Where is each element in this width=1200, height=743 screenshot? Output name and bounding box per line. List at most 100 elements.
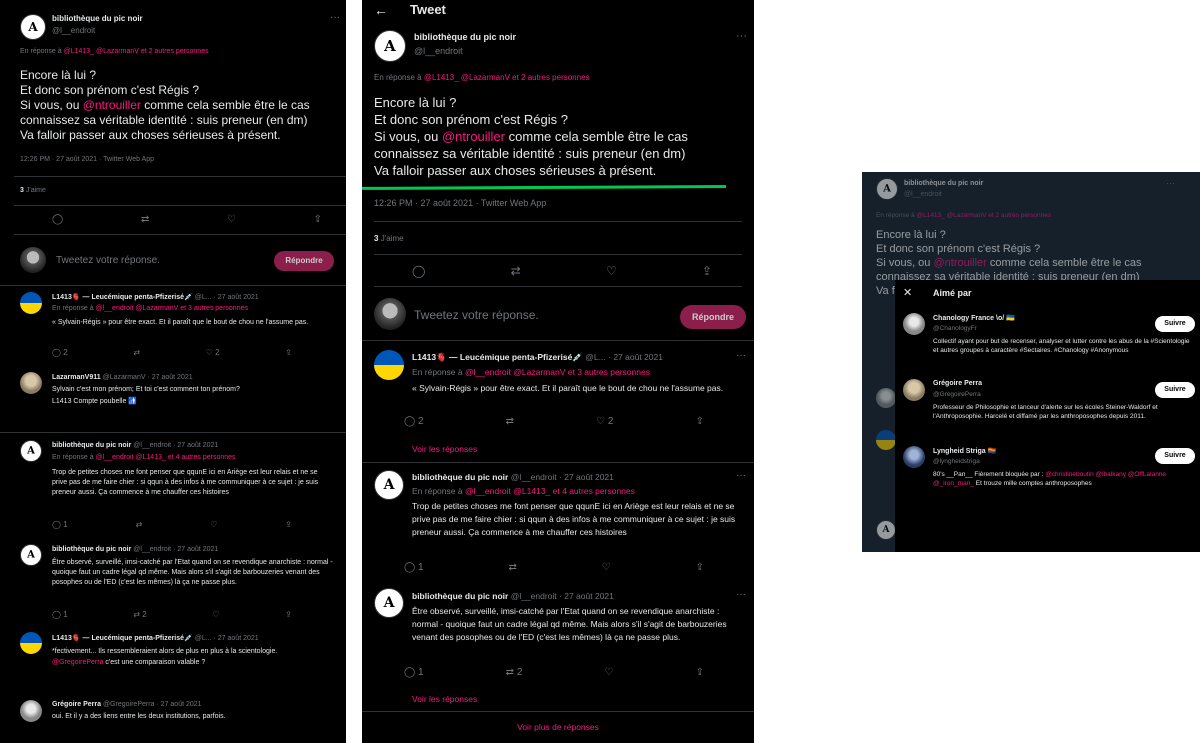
mention-link[interactable]: @ntrouiller [83,98,141,112]
reply-mentions[interactable]: @l__endroit @L1413_ [465,486,550,496]
reply-button[interactable]: Répondre [680,305,746,329]
heart-icon[interactable]: ♡ [605,667,614,678]
author-handle[interactable]: @GregoirePerra [103,701,154,708]
user-handle[interactable]: @GregoirePerra [933,391,981,398]
retweet-icon[interactable]: ⇄ [511,264,521,278]
author-avatar[interactable] [20,292,42,314]
retweet-icon[interactable]: ⇄ 2 [506,667,523,678]
retweet-icon[interactable]: ⇄ [508,562,516,573]
reply-input[interactable]: Tweetez votre réponse. [56,255,160,266]
more-icon[interactable]: ··· [330,12,340,23]
author-name[interactable]: bibliothèque du pic noir [414,32,516,42]
arrow-left-icon[interactable]: ← [374,2,388,18]
tweet-timestamp[interactable]: 12:26 PM · 27 août 2021 · Twitter Web Ap… [20,156,154,163]
author-name[interactable]: bibliothèque du pic noir [412,472,508,482]
user-avatar[interactable] [903,313,925,335]
reply-date[interactable]: · 27 août 2021 [214,294,259,301]
author-name[interactable]: L1413🫀 — Leucémique penta-Pfizerisé💉 [52,294,193,301]
reply-mentions[interactable]: @l__endroit @LazarmanV [465,367,565,377]
see-replies-link[interactable]: Voir les réponses [412,444,477,454]
follow-button[interactable]: Suivre [1155,316,1195,332]
author-avatar[interactable] [374,588,404,618]
author-name[interactable]: bibliothèque du pic noir [52,442,131,449]
retweet-icon[interactable]: ⇄ [133,348,140,357]
author-avatar[interactable] [20,372,42,394]
mention-link[interactable]: @GregoirePerra [52,659,103,666]
more-icon[interactable]: ··· [736,30,747,42]
author-avatar[interactable] [20,700,42,722]
user-name[interactable]: Grégoire Perra [933,380,982,387]
author-name[interactable]: Grégoire Perra [52,701,101,708]
reply-button[interactable]: Répondre [274,251,334,271]
share-icon[interactable]: ⇪ [285,520,292,529]
share-icon[interactable]: ⇪ [285,348,292,357]
more-replies-link[interactable]: Voir plus de réponses [362,722,754,732]
author-name[interactable]: bibliothèque du pic noir [52,546,131,553]
retweet-icon[interactable]: ⇄ [141,214,149,225]
heart-icon[interactable]: ♡ [210,520,217,529]
reply-icon[interactable]: ◯ 1 [52,610,68,619]
reply-date[interactable]: · 27 août 2021 [559,472,614,482]
reply-date[interactable]: · 27 août 2021 [214,635,259,642]
user-avatar[interactable] [903,379,925,401]
reply-input[interactable]: Tweetez votre réponse. [414,308,539,322]
author-avatar[interactable] [374,30,406,62]
reply-icon[interactable]: ◯ 2 [52,348,68,357]
reply-date[interactable]: · 27 août 2021 [608,352,663,362]
mention-link[interactable]: @ntrouiller [442,129,505,144]
reply-mentions[interactable]: @l__endroit @L1413_ [96,454,166,461]
see-replies-link[interactable]: Voir les réponses [412,694,477,704]
user-handle[interactable]: @lyngheidstriga [933,458,980,465]
reply-mentions[interactable]: @L1413_ @LazarmanV [424,73,510,82]
author-avatar[interactable] [20,544,42,566]
author-handle[interactable]: @L... [195,294,212,301]
reply-more[interactable]: et 2 autres personnes [512,73,589,82]
share-icon[interactable]: ⇪ [702,264,712,278]
user-handle[interactable]: @ChanologyFr [933,325,977,332]
author-name[interactable]: LazarmanV911 [52,374,101,381]
author-avatar[interactable] [374,350,404,380]
heart-icon[interactable]: ♡ 2 [596,416,613,427]
user-name[interactable]: Lyngheid Striga 🏳️‍🌈 [933,447,996,455]
follow-button[interactable]: Suivre [1155,448,1195,464]
reply-icon[interactable]: ◯ [52,214,63,225]
reply-icon[interactable]: ◯ 2 [404,416,424,427]
reply-more[interactable]: et 3 autres personnes [180,305,248,312]
user-avatar[interactable] [903,446,925,468]
reply-mentions[interactable]: @L1413_ @LazarmanV [64,48,139,55]
author-handle[interactable]: @l__endroit [52,26,95,35]
likes-stat[interactable]: 3 J'aime [20,187,46,194]
retweet-icon[interactable]: ⇄ [506,416,514,427]
reply-date[interactable]: · 27 août 2021 [559,591,614,601]
author-handle[interactable]: @l__endroit [511,472,557,482]
reply-mentions[interactable]: @l__endroit @LazarmanV [96,305,179,312]
heart-icon[interactable]: ♡ 2 [206,348,220,357]
author-handle[interactable]: @l__endroit [414,46,463,56]
reply-date[interactable]: · 27 août 2021 [156,701,201,708]
retweet-icon[interactable]: ⇄ [136,520,143,529]
share-icon[interactable]: ⇪ [696,416,704,427]
heart-icon[interactable]: ♡ [227,214,236,225]
reply-icon[interactable]: ◯ 1 [404,667,424,678]
author-name[interactable]: bibliothèque du pic noir [52,14,143,23]
reply-more[interactable]: et 4 autres personnes [553,486,635,496]
author-avatar[interactable] [20,632,42,654]
reply-icon[interactable]: ◯ 1 [404,562,424,573]
author-name[interactable]: L1413🫀 — Leucémique penta-Pfizerisé💉 [412,352,583,362]
author-handle[interactable]: @l__endroit [133,546,171,553]
author-handle[interactable]: @L... [585,352,605,362]
more-icon[interactable]: ··· [736,589,746,600]
tweet-timestamp[interactable]: 12:26 PM · 27 août 2021 · Twitter Web Ap… [374,198,546,208]
author-handle[interactable]: @L... [195,635,212,642]
heart-icon[interactable]: ♡ [212,610,219,619]
more-icon[interactable]: ··· [736,350,746,361]
share-icon[interactable]: ⇪ [285,610,292,619]
more-icon[interactable]: ··· [736,470,746,481]
author-avatar[interactable] [374,470,404,500]
reply-more[interactable]: et 2 autres personnes [141,48,209,55]
author-avatar[interactable] [20,440,42,462]
author-handle[interactable]: @l__endroit [511,591,557,601]
reply-date[interactable]: · 27 août 2021 [147,374,192,381]
heart-icon[interactable]: ♡ [602,562,611,573]
likes-stat[interactable]: 3 J'aime [374,234,404,243]
